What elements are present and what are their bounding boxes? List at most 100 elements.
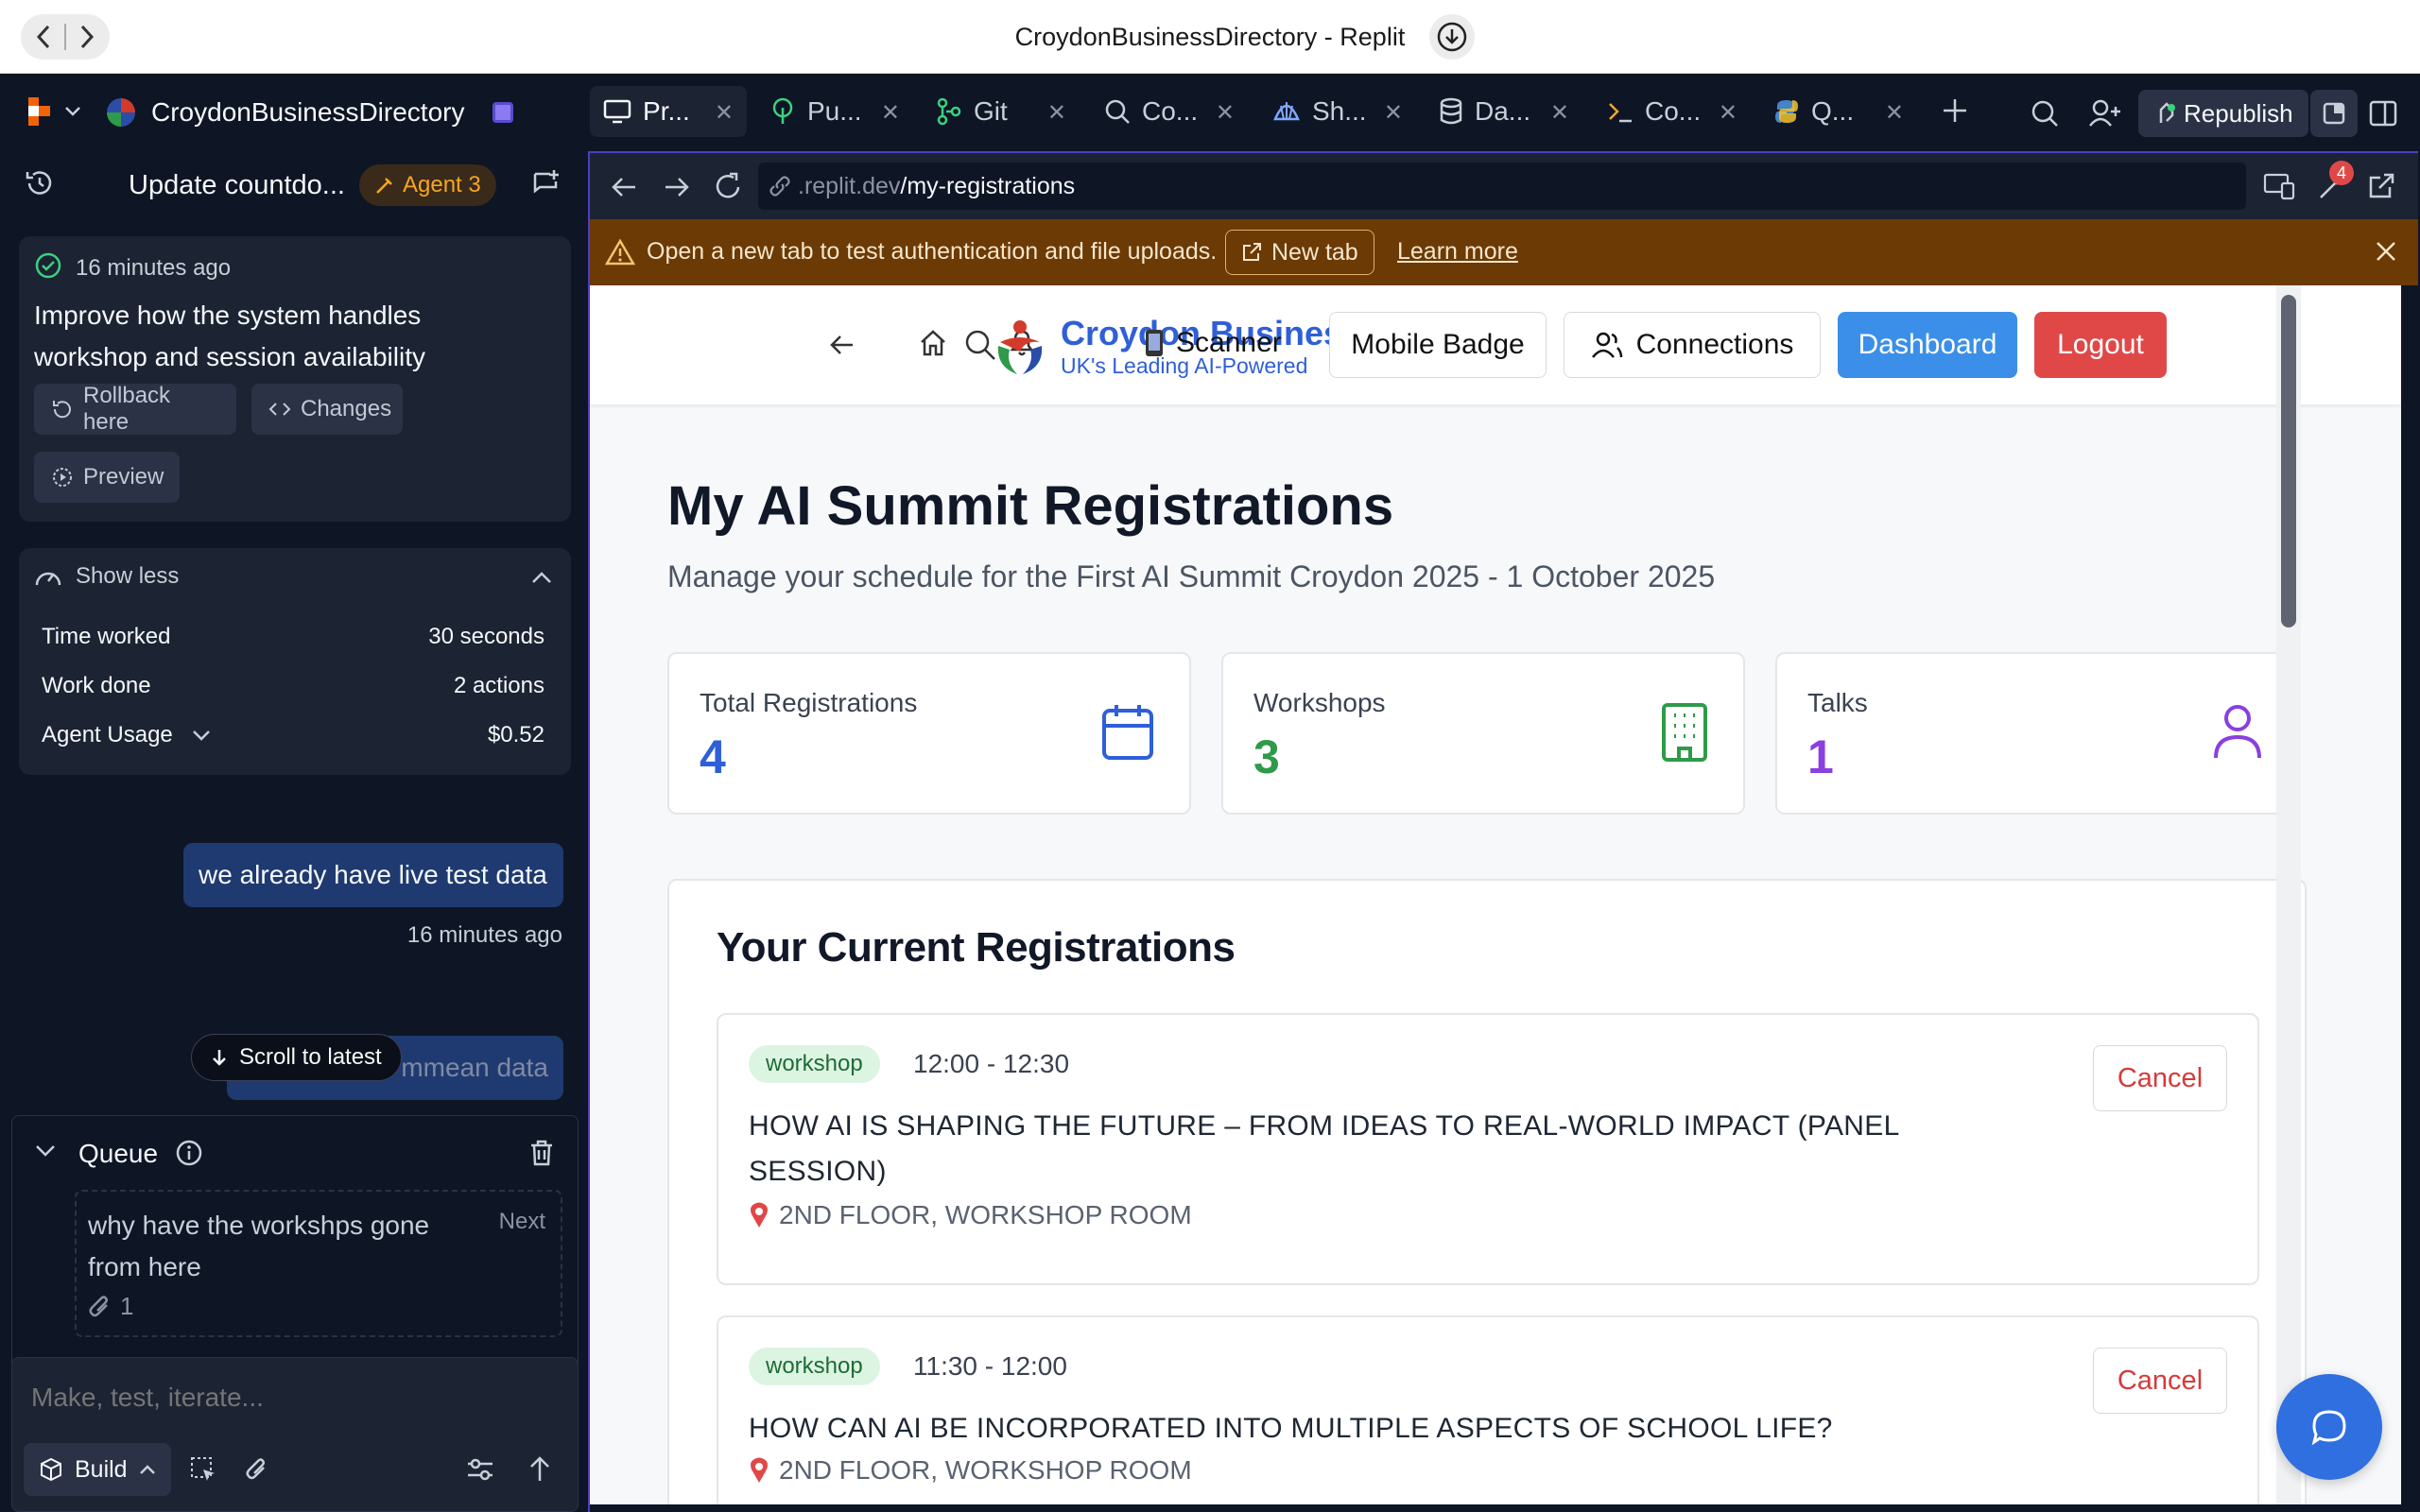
learn-more-link[interactable]: Learn more	[1397, 238, 1518, 266]
close-icon[interactable]: ✕	[715, 99, 734, 127]
agent-usage-toggle[interactable]: Agent Usage	[42, 722, 211, 748]
chevron-down-icon[interactable]	[35, 1144, 56, 1158]
preview-icon	[51, 466, 74, 489]
chevron-down-icon	[192, 730, 210, 741]
tab-console[interactable]: Co... ✕	[1594, 86, 1751, 137]
stat-label: Total Registrations	[700, 688, 918, 717]
type-badge: workshop	[749, 1045, 880, 1083]
preview-url-bar: .replit.dev /my-registrations 4	[590, 151, 2418, 219]
thread-title[interactable]: Update countdo...	[129, 170, 345, 201]
settings-sliders-icon[interactable]	[466, 1456, 494, 1483]
rollback-icon	[51, 398, 74, 421]
select-element-icon[interactable]	[190, 1456, 216, 1483]
search-icon[interactable]	[2031, 99, 2059, 128]
scrollbar-track[interactable]	[2276, 285, 2301, 1504]
new-chat-icon[interactable]	[531, 168, 562, 198]
open-external-icon[interactable]	[2367, 172, 2395, 200]
close-icon[interactable]: ✕	[1384, 99, 1403, 127]
monitor-icon	[603, 98, 631, 125]
chat-fab-button[interactable]	[2276, 1374, 2382, 1480]
attach-icon[interactable]	[245, 1456, 269, 1483]
rollback-button[interactable]: Rollback here	[34, 383, 236, 435]
history-icon[interactable]	[25, 168, 55, 198]
calendar-icon	[1100, 703, 1155, 762]
checkpoint-message: Improve how the system handles workshop …	[34, 301, 425, 371]
scanner-link[interactable]: Scanner	[1144, 327, 1282, 359]
building-icon	[1660, 703, 1709, 762]
project-status-icon	[493, 102, 514, 123]
dashboard-button[interactable]: Dashboard	[1838, 312, 2017, 378]
invite-user-icon[interactable]	[2089, 99, 2121, 128]
tab-publishing[interactable]: Pu... ✕	[756, 86, 913, 137]
tab-shell[interactable]: Sh... ✕	[1259, 86, 1416, 137]
download-icon[interactable]	[1429, 14, 1475, 60]
workspace-top-bar: CroydonBusinessDirectory Pr... ✕ Pu... ✕…	[0, 75, 2420, 151]
reload-icon[interactable]	[713, 172, 743, 202]
send-arrow-icon[interactable]	[528, 1454, 551, 1483]
sidebar-toggle-icon[interactable]	[2369, 99, 2397, 128]
code-icon	[268, 398, 291, 421]
registrations-section: Your Current Registrations workshop 12:0…	[667, 879, 2307, 1504]
webview-panel: .replit.dev /my-registrations 4 Open a n…	[588, 151, 2420, 1512]
replit-menu[interactable]	[26, 95, 81, 128]
chevron-up-icon[interactable]	[531, 571, 552, 584]
home-icon[interactable]	[919, 329, 947, 357]
mobile-badge-button[interactable]: Mobile Badge	[1329, 312, 1547, 378]
session-time: 12:00 - 12:30	[913, 1049, 1070, 1078]
croydon-logo-icon[interactable]	[987, 314, 1053, 380]
logout-button[interactable]: Logout	[2034, 312, 2167, 378]
agent-prompt-input[interactable]	[31, 1377, 561, 1418]
close-icon[interactable]: ✕	[1216, 99, 1235, 127]
url-input[interactable]: .replit.dev /my-registrations	[758, 163, 2246, 210]
tab-preview[interactable]: Pr... ✕	[590, 86, 747, 137]
republish-button[interactable]: Republish	[2138, 90, 2308, 137]
forward-arrow-icon[interactable]	[664, 174, 690, 200]
tab-database[interactable]: Da... ✕	[1426, 86, 1582, 137]
back-arrow-icon[interactable]	[611, 174, 637, 200]
git-icon	[936, 97, 962, 126]
scroll-to-latest-button[interactable]: Scroll to latest	[191, 1034, 402, 1081]
add-tab-icon[interactable]	[1942, 97, 1968, 124]
project-switcher[interactable]: CroydonBusinessDirectory	[104, 95, 514, 129]
info-icon[interactable]	[175, 1139, 203, 1167]
tab-git[interactable]: Git ✕	[923, 86, 1080, 137]
close-icon[interactable]: ✕	[1550, 99, 1569, 127]
stat-card-total: Total Registrations 4	[667, 652, 1191, 815]
tab-label: Q...	[1811, 96, 1855, 126]
tab-code-search[interactable]: Co... ✕	[1091, 86, 1248, 137]
close-icon[interactable]: ✕	[1719, 99, 1737, 127]
close-icon[interactable]: ✕	[1885, 99, 1904, 127]
window-title-bar: CroydonBusinessDirectory - Replit	[0, 0, 2420, 74]
preview-button[interactable]: Preview	[34, 452, 180, 503]
tab-label: Da...	[1475, 96, 1531, 126]
cancel-button[interactable]: Cancel	[2093, 1348, 2227, 1414]
close-icon[interactable]: ✕	[1047, 99, 1066, 127]
back-arrow-icon[interactable]	[830, 333, 855, 357]
queue-item[interactable]: why have the workshps gone from here Nex…	[75, 1190, 562, 1337]
url-path: /my-registrations	[900, 172, 1076, 199]
show-less-toggle[interactable]: Show less	[34, 563, 179, 590]
session-time: 11:30 - 12:00	[913, 1351, 1067, 1381]
users-icon	[1591, 331, 1623, 359]
agent-badge-label: Agent 3	[403, 172, 481, 198]
close-icon[interactable]	[2375, 240, 2397, 263]
changes-button[interactable]: Changes	[251, 384, 403, 435]
banner-text: Open a new tab to test authentication an…	[647, 238, 1218, 265]
shell-icon	[1272, 98, 1301, 125]
devices-icon[interactable]	[2263, 172, 2295, 200]
tab-python[interactable]: Q... ✕	[1760, 86, 1917, 137]
build-mode-button[interactable]: Build	[24, 1443, 171, 1496]
scrollbar-thumb[interactable]	[2281, 295, 2296, 627]
close-icon[interactable]: ✕	[881, 99, 900, 127]
window-title: CroydonBusinessDirectory - Replit	[1014, 23, 1406, 51]
tab-label: Sh...	[1312, 96, 1367, 126]
search-icon	[1104, 98, 1131, 125]
new-tab-button[interactable]: New tab	[1225, 230, 1374, 275]
connections-button[interactable]: Connections	[1564, 312, 1821, 378]
cancel-button[interactable]: Cancel	[2093, 1045, 2227, 1111]
checkpoint-card: 16 minutes ago Improve how the system ha…	[19, 236, 571, 522]
trash-icon[interactable]	[528, 1139, 555, 1167]
cube-icon	[39, 1457, 63, 1482]
link-icon	[769, 176, 790, 197]
layout-toggle-button[interactable]	[2310, 90, 2358, 137]
